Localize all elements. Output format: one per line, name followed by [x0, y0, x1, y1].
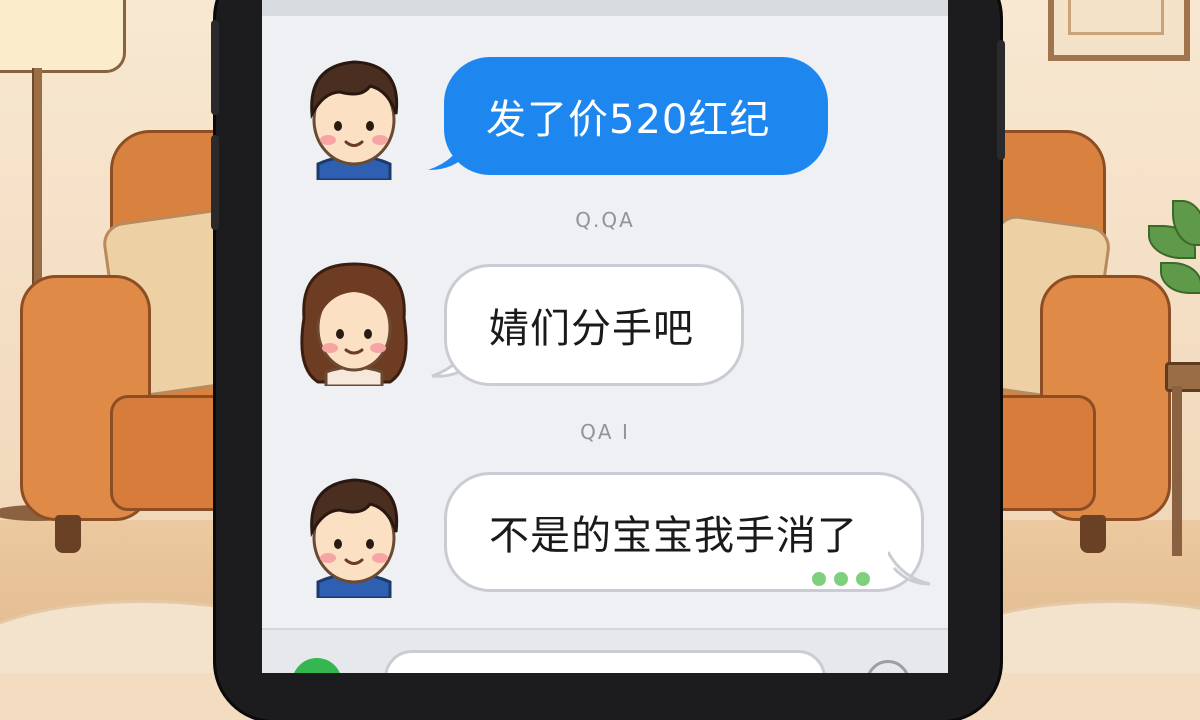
timestamp: QA I: [580, 420, 630, 444]
bubble-tail: [888, 551, 931, 586]
side-table-leg: [1172, 386, 1182, 556]
header-bar: [262, 0, 948, 16]
voice-icon[interactable]: [292, 658, 342, 673]
chat-screen[interactable]: 发了价520红纪 Q.QA 婧们分手吧 QA I 不是的宝宝我手消了: [262, 0, 948, 673]
volume-button: [211, 135, 219, 230]
floor-lamp-shade: [0, 0, 126, 73]
power-button: [997, 40, 1005, 160]
message-text: 发了价520红纪: [486, 97, 771, 143]
girl-avatar[interactable]: [290, 258, 418, 386]
message-text: 不是的宝宝我手消了: [489, 513, 858, 559]
picture-frame-inner: [1068, 0, 1164, 35]
message-bubble[interactable]: 发了价520红纪: [444, 57, 828, 175]
timestamp: Q.QA: [575, 208, 635, 232]
typing-indicator: [812, 572, 870, 586]
side-table: [1165, 362, 1200, 392]
message-bubble[interactable]: 婧们分手吧: [444, 264, 744, 386]
boy-avatar[interactable]: [290, 52, 418, 180]
boy-avatar[interactable]: [290, 470, 418, 598]
message-text: 婧们分手吧: [489, 306, 694, 352]
emoji-icon[interactable]: [866, 660, 910, 673]
composer-bar: [262, 628, 948, 673]
volume-button: [211, 20, 219, 115]
message-input[interactable]: [384, 650, 826, 673]
